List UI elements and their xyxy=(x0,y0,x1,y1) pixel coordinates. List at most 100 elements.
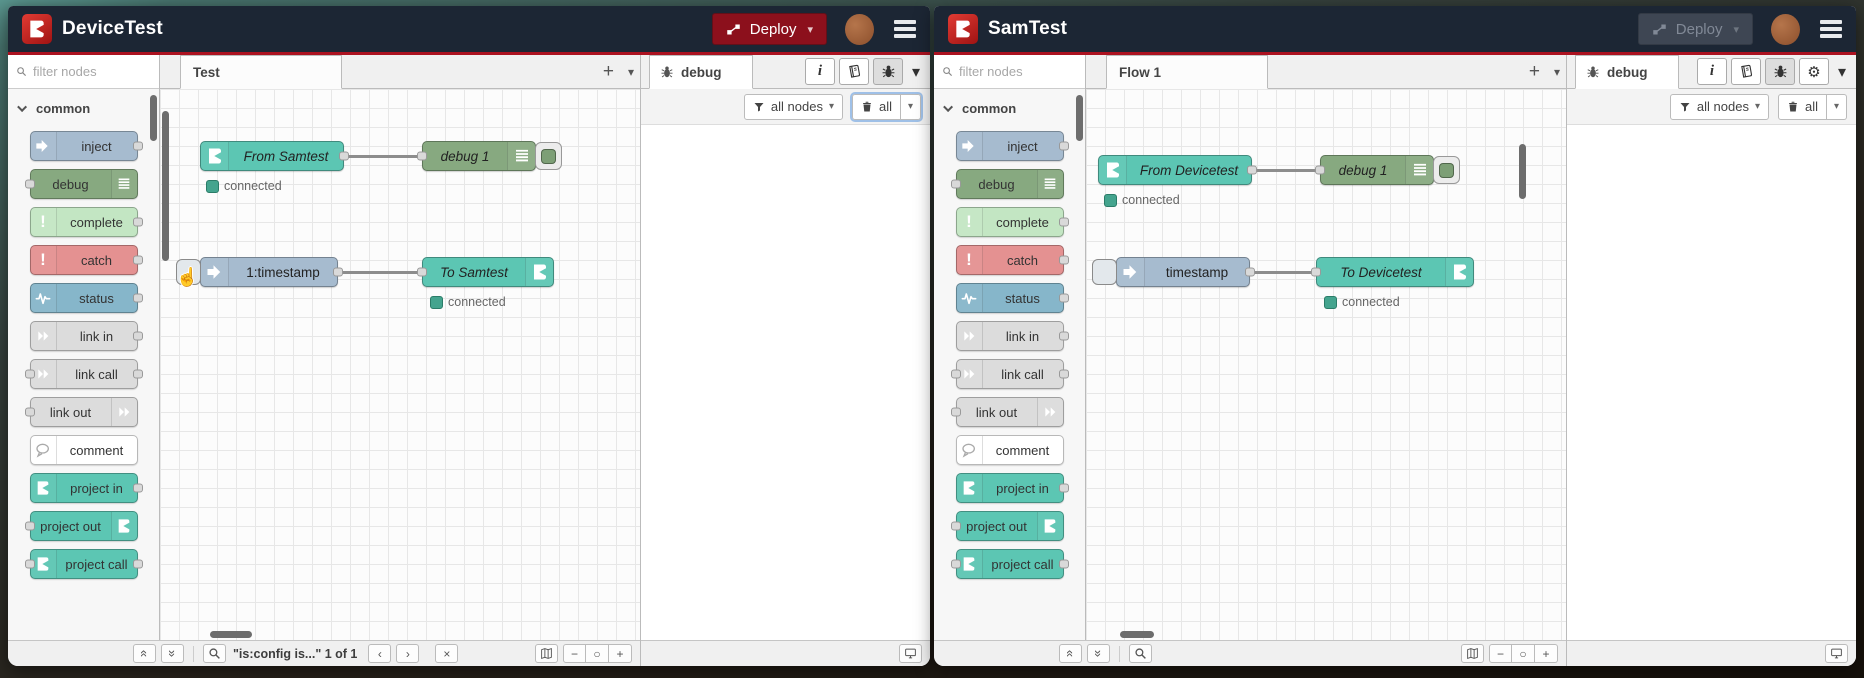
info-sidebar-button[interactable]: i xyxy=(1697,58,1727,85)
palette-node-project-in[interactable]: project in xyxy=(29,473,143,503)
deploy-caret-icon[interactable]: ▾ xyxy=(807,23,813,36)
debug-clear-caret[interactable]: ▾ xyxy=(901,93,921,120)
palette-node-inject[interactable]: inject xyxy=(29,131,143,161)
canvas-horizontal-scrollbar[interactable] xyxy=(210,631,252,638)
search-next-button[interactable]: › xyxy=(396,644,420,663)
palette-search[interactable] xyxy=(8,55,159,89)
deploy-button[interactable]: Deploy ▾ xyxy=(711,13,827,45)
search-flows-button[interactable] xyxy=(203,644,226,663)
palette-node-comment[interactable]: comment xyxy=(955,435,1064,465)
palette-node-debug[interactable]: debug xyxy=(24,169,138,199)
flow-node-from-samtest[interactable]: From Samtest xyxy=(200,141,349,171)
palette-node-comment[interactable]: comment xyxy=(29,435,138,465)
tab-debug[interactable]: debug xyxy=(1575,55,1679,89)
flow-node-from-devicetest[interactable]: From Devicetest xyxy=(1098,155,1257,185)
flow-list-caret[interactable]: ▾ xyxy=(1554,65,1560,79)
config-sidebar-button[interactable]: ⚙ xyxy=(1799,58,1829,85)
user-menu[interactable]: s xyxy=(1771,13,1800,45)
palette-collapse-up-button[interactable]: « xyxy=(133,644,156,663)
zoom-out-button[interactable]: − xyxy=(563,644,586,663)
zoom-reset-button[interactable]: ○ xyxy=(1512,644,1535,663)
flow-node-to-devicetest[interactable]: To Devicetest xyxy=(1311,257,1474,287)
help-sidebar-button[interactable] xyxy=(839,58,869,85)
palette-node-status[interactable]: status xyxy=(29,283,143,313)
input-port[interactable] xyxy=(417,151,427,161)
flow-canvas[interactable]: From Devicetest debug 1 connected timest… xyxy=(1086,89,1566,640)
flow-canvas[interactable]: From Samtest debug 1 connected 1:timesta… xyxy=(160,89,640,640)
palette-node-link-out[interactable]: link out xyxy=(24,397,138,427)
palette-node-complete[interactable]: ! complete xyxy=(955,207,1069,237)
debug-filter-dropdown[interactable]: all nodes ▾ xyxy=(743,93,843,120)
tab-debug[interactable]: debug xyxy=(649,55,753,89)
sidebar-options-caret[interactable]: ▾ xyxy=(907,58,925,85)
flow-tab[interactable]: Test xyxy=(180,55,342,89)
palette-node-debug[interactable]: debug xyxy=(950,169,1064,199)
output-port[interactable] xyxy=(1245,267,1255,277)
palette-node-link-in[interactable]: link in xyxy=(955,321,1069,351)
canvas-vertical-scrollbar[interactable] xyxy=(1519,144,1526,199)
zoom-out-button[interactable]: − xyxy=(1489,644,1512,663)
flow-node-inject-timestamp[interactable]: 1:timestamp xyxy=(176,257,343,287)
debug-clear-button[interactable]: all xyxy=(851,93,901,120)
debug-toggle-button[interactable] xyxy=(535,142,562,170)
palette-category-common[interactable]: common xyxy=(8,93,159,123)
inject-button[interactable] xyxy=(1092,259,1117,285)
deploy-button-disabled[interactable]: Deploy ▾ xyxy=(1637,13,1753,45)
canvas-horizontal-scrollbar[interactable] xyxy=(1120,631,1154,638)
debug-message-list[interactable] xyxy=(1567,125,1856,640)
wire[interactable] xyxy=(344,155,422,158)
flow-node-to-samtest[interactable]: To Samtest xyxy=(417,257,554,287)
palette-collapse-down-button[interactable]: » xyxy=(161,644,184,663)
palette-filter-input[interactable] xyxy=(33,64,151,79)
output-port[interactable] xyxy=(339,151,349,161)
palette-node-catch[interactable]: ! catch xyxy=(955,245,1069,275)
add-flow-button[interactable]: + xyxy=(603,62,614,81)
zoom-in-button[interactable]: + xyxy=(609,644,632,663)
palette-node-project-call[interactable]: project call xyxy=(950,549,1069,579)
info-sidebar-button[interactable]: i xyxy=(805,58,835,85)
search-prev-button[interactable]: ‹ xyxy=(368,644,392,663)
open-debug-window-button[interactable] xyxy=(1825,644,1848,663)
debug-filter-dropdown[interactable]: all nodes ▾ xyxy=(1669,93,1769,120)
navigator-map-button[interactable] xyxy=(535,644,558,663)
palette-collapse-up-button[interactable]: « xyxy=(1059,644,1082,663)
flow-node-debug1[interactable]: debug 1 xyxy=(1315,155,1460,185)
palette-node-link-call[interactable]: link call xyxy=(24,359,143,389)
user-menu[interactable]: s xyxy=(845,13,874,45)
palette-node-project-out[interactable]: project out xyxy=(24,511,138,541)
wire[interactable] xyxy=(1250,271,1316,274)
flow-tab[interactable]: Flow 1 xyxy=(1106,55,1268,89)
palette-collapse-down-button[interactable]: » xyxy=(1087,644,1110,663)
palette-node-catch[interactable]: ! catch xyxy=(29,245,143,275)
debug-sidebar-button[interactable] xyxy=(873,58,903,85)
avatar[interactable] xyxy=(845,13,874,45)
palette-node-link-call[interactable]: link call xyxy=(950,359,1069,389)
main-menu-button[interactable] xyxy=(894,20,916,38)
output-port[interactable] xyxy=(333,267,343,277)
navigator-map-button[interactable] xyxy=(1461,644,1484,663)
wire[interactable] xyxy=(338,271,422,274)
input-port[interactable] xyxy=(1315,165,1325,175)
palette-node-link-out[interactable]: link out xyxy=(950,397,1064,427)
canvas-vertical-scrollbar[interactable] xyxy=(162,111,169,261)
inject-button[interactable] xyxy=(176,259,201,285)
add-flow-button[interactable]: + xyxy=(1529,62,1540,81)
debug-clear-caret[interactable]: ▾ xyxy=(1827,93,1847,120)
debug-message-list[interactable] xyxy=(641,125,930,640)
zoom-reset-button[interactable]: ○ xyxy=(586,644,609,663)
palette-node-status[interactable]: status xyxy=(955,283,1069,313)
main-menu-button[interactable] xyxy=(1820,20,1842,38)
deploy-caret-icon[interactable]: ▾ xyxy=(1733,23,1739,36)
palette-node-inject[interactable]: inject xyxy=(955,131,1069,161)
palette-scrollbar[interactable] xyxy=(1076,95,1083,141)
input-port[interactable] xyxy=(1311,267,1321,277)
palette-node-project-call[interactable]: project call xyxy=(24,549,143,579)
output-port[interactable] xyxy=(1247,165,1257,175)
palette-node-complete[interactable]: ! complete xyxy=(29,207,143,237)
flow-node-inject-timestamp[interactable]: timestamp xyxy=(1092,257,1255,287)
zoom-in-button[interactable]: + xyxy=(1535,644,1558,663)
debug-sidebar-button[interactable] xyxy=(1765,58,1795,85)
palette-node-project-in[interactable]: project in xyxy=(955,473,1069,503)
flow-node-debug1[interactable]: debug 1 xyxy=(417,141,562,171)
help-sidebar-button[interactable] xyxy=(1731,58,1761,85)
